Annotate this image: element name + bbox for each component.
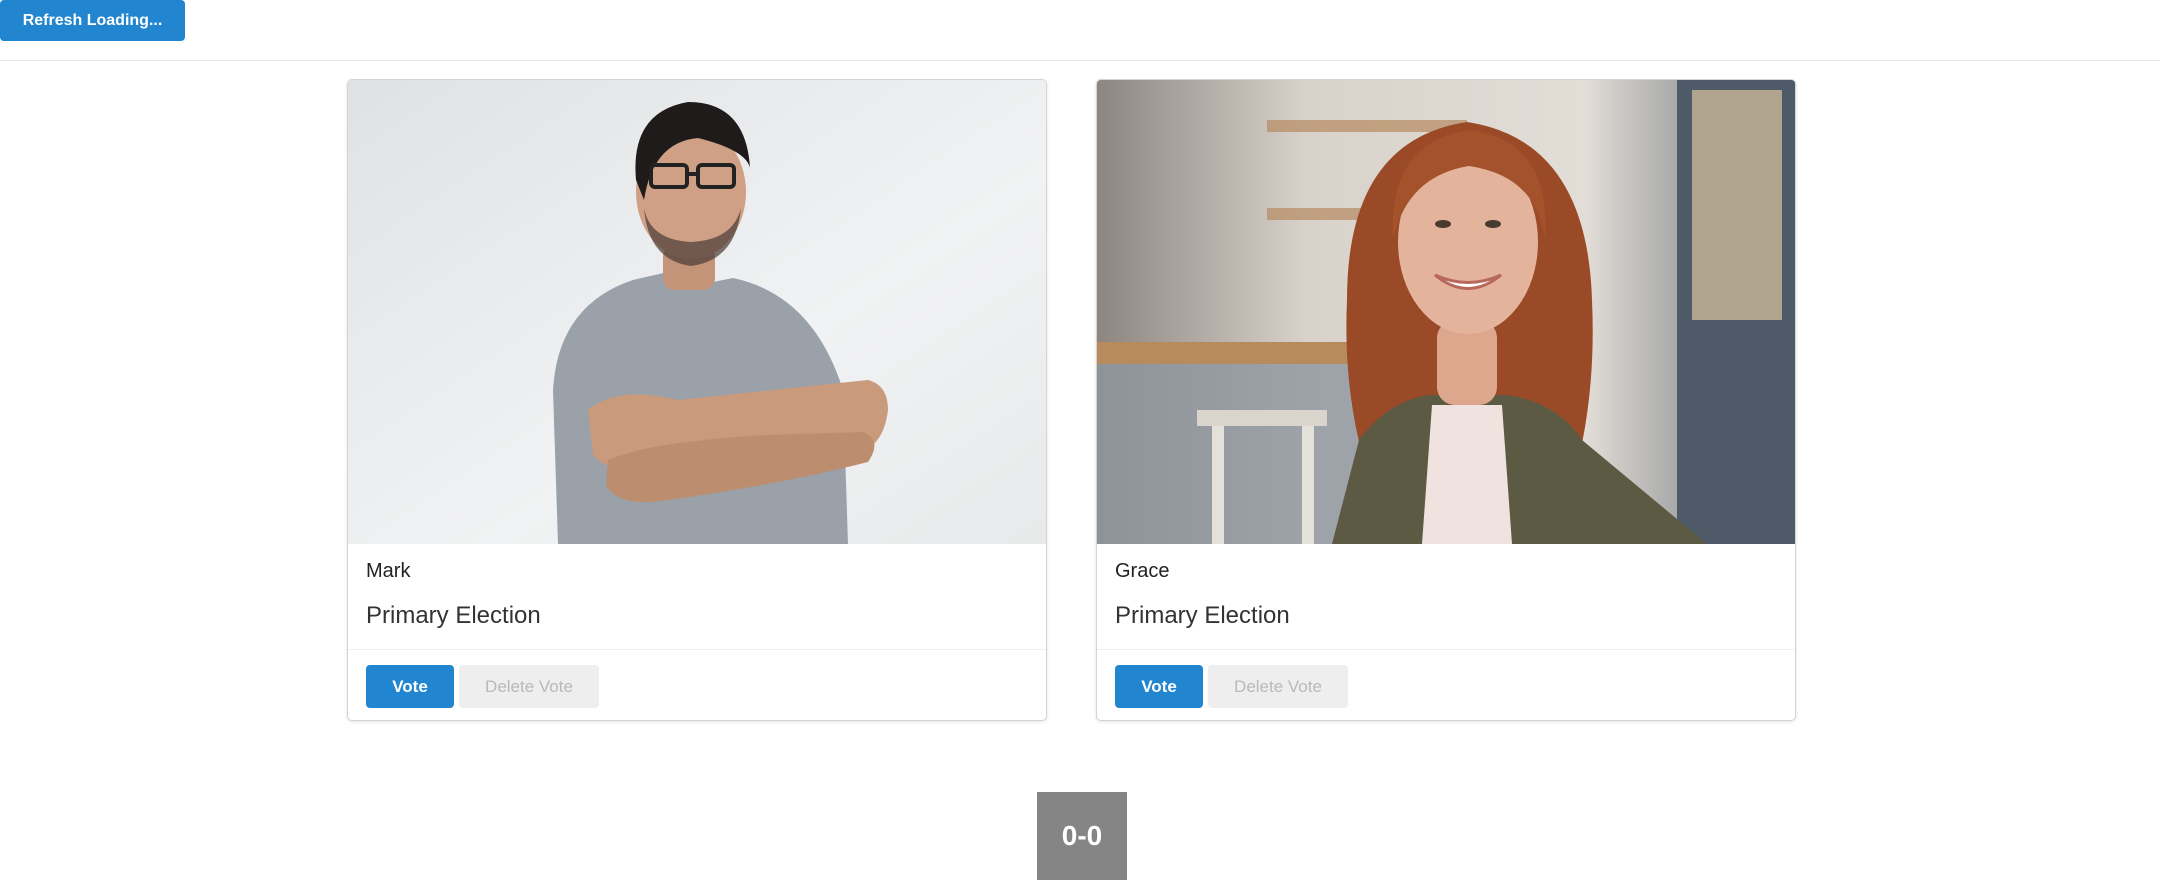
- candidate-name: Grace: [1115, 560, 1170, 582]
- vote-button[interactable]: Vote: [366, 665, 454, 708]
- card-divider: [348, 649, 1046, 650]
- election-label: Primary Election: [1115, 602, 1290, 629]
- candidate-card-mark: Mark Primary Election Vote Delete Vote: [347, 79, 1047, 721]
- candidate-card-grace: Grace Primary Election Vote Delete Vote: [1096, 79, 1796, 721]
- candidate-photo-mark: [348, 80, 1046, 544]
- election-label: Primary Election: [366, 602, 541, 629]
- candidate-name: Mark: [366, 560, 411, 582]
- card-divider: [1097, 649, 1795, 650]
- vote-button[interactable]: Vote: [1115, 665, 1203, 708]
- top-bar: Refresh Loading...: [0, 0, 2160, 61]
- candidate-photo-mark-image: [348, 80, 1046, 544]
- vote-score: 0-0: [1037, 792, 1127, 880]
- refresh-button[interactable]: Refresh Loading...: [0, 0, 185, 41]
- delete-vote-button[interactable]: Delete Vote: [1208, 665, 1348, 708]
- delete-vote-button[interactable]: Delete Vote: [459, 665, 599, 708]
- candidate-photo-grace: [1097, 80, 1795, 544]
- candidate-photo-grace-image: [1097, 80, 1795, 544]
